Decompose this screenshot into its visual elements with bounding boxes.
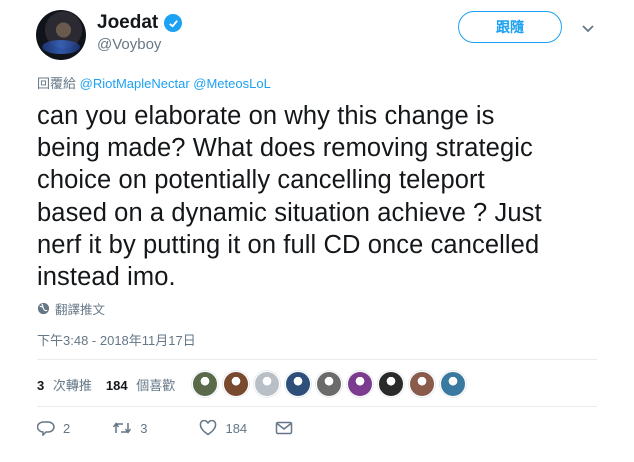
tweet-line: based on a dynamic situation achieve ? J… (37, 198, 542, 227)
like-count-link[interactable]: 184 個喜歡 (106, 375, 175, 394)
like-button[interactable]: 184 (199, 420, 247, 436)
tweet-actions: 2 3 184 (37, 420, 293, 436)
direct-message-button[interactable] (275, 421, 293, 435)
liker-avatar[interactable] (285, 371, 311, 397)
author-name-row[interactable]: Joedat (97, 12, 183, 34)
liker-avatar[interactable] (254, 371, 280, 397)
follow-button[interactable]: 跟隨 (458, 11, 562, 43)
tweet-line: nerf it by putting it on full CD once ca… (37, 230, 540, 259)
author-name[interactable]: Joedat (97, 12, 158, 34)
tweet-line: instead imo. (37, 263, 176, 292)
liker-avatar[interactable] (192, 371, 218, 397)
author-avatar[interactable] (36, 10, 86, 60)
divider (37, 359, 597, 360)
tweet-text: can you elaborate on why this change is … (37, 100, 607, 293)
liker-avatar[interactable] (378, 371, 404, 397)
tweet-timestamp[interactable]: 下午3:48 - 2018年11月17日 (37, 330, 196, 349)
globe-icon (37, 302, 50, 315)
reply-prefix: 回覆給 (37, 76, 77, 91)
reply-button[interactable]: 2 (37, 420, 70, 436)
reply-count: 2 (63, 420, 71, 436)
like-count: 184 (105, 378, 128, 393)
verified-badge-icon (164, 14, 183, 32)
retweet-button[interactable]: 3 (112, 420, 147, 436)
divider (37, 406, 597, 407)
tweet-line: choice on potentially cancelling telepor… (37, 166, 485, 195)
reply-context: 回覆給 @RiotMapleNectar @MeteosLoL (37, 73, 271, 92)
tweet-line: can you elaborate on why this change is (37, 102, 495, 130)
heart-icon (200, 420, 217, 436)
liker-avatar[interactable] (316, 371, 342, 397)
liker-avatar[interactable] (347, 371, 373, 397)
reply-icon (37, 421, 55, 436)
liker-avatar[interactable] (223, 371, 249, 397)
translate-tweet-link[interactable]: 翻譯推文 (37, 299, 105, 318)
retweet-count-link[interactable]: 3 次轉推 (37, 375, 92, 394)
chevron-down-icon[interactable] (580, 20, 596, 36)
like-count-label: 個喜歡 (136, 378, 176, 393)
tweet-stats: 3 次轉推 184 個喜歡 (37, 375, 175, 394)
like-action-count: 184 (225, 420, 248, 436)
retweet-icon (113, 422, 132, 434)
tweet-line: being made? What does removing strategic (37, 134, 533, 163)
translate-label[interactable]: 翻譯推文 (55, 299, 105, 318)
liker-avatar[interactable] (409, 371, 435, 397)
liker-avatar[interactable] (440, 371, 466, 397)
mention-link[interactable]: @MeteosLoL (193, 76, 271, 91)
mention-link[interactable]: @RiotMapleNectar (80, 76, 190, 91)
retweet-count-label: 次轉推 (52, 378, 92, 393)
retweet-action-count: 3 (140, 420, 148, 436)
liker-avatars (192, 371, 466, 397)
retweet-count: 3 (37, 378, 45, 393)
author-handle[interactable]: @Voyboy (97, 36, 161, 53)
envelope-icon (275, 421, 293, 435)
